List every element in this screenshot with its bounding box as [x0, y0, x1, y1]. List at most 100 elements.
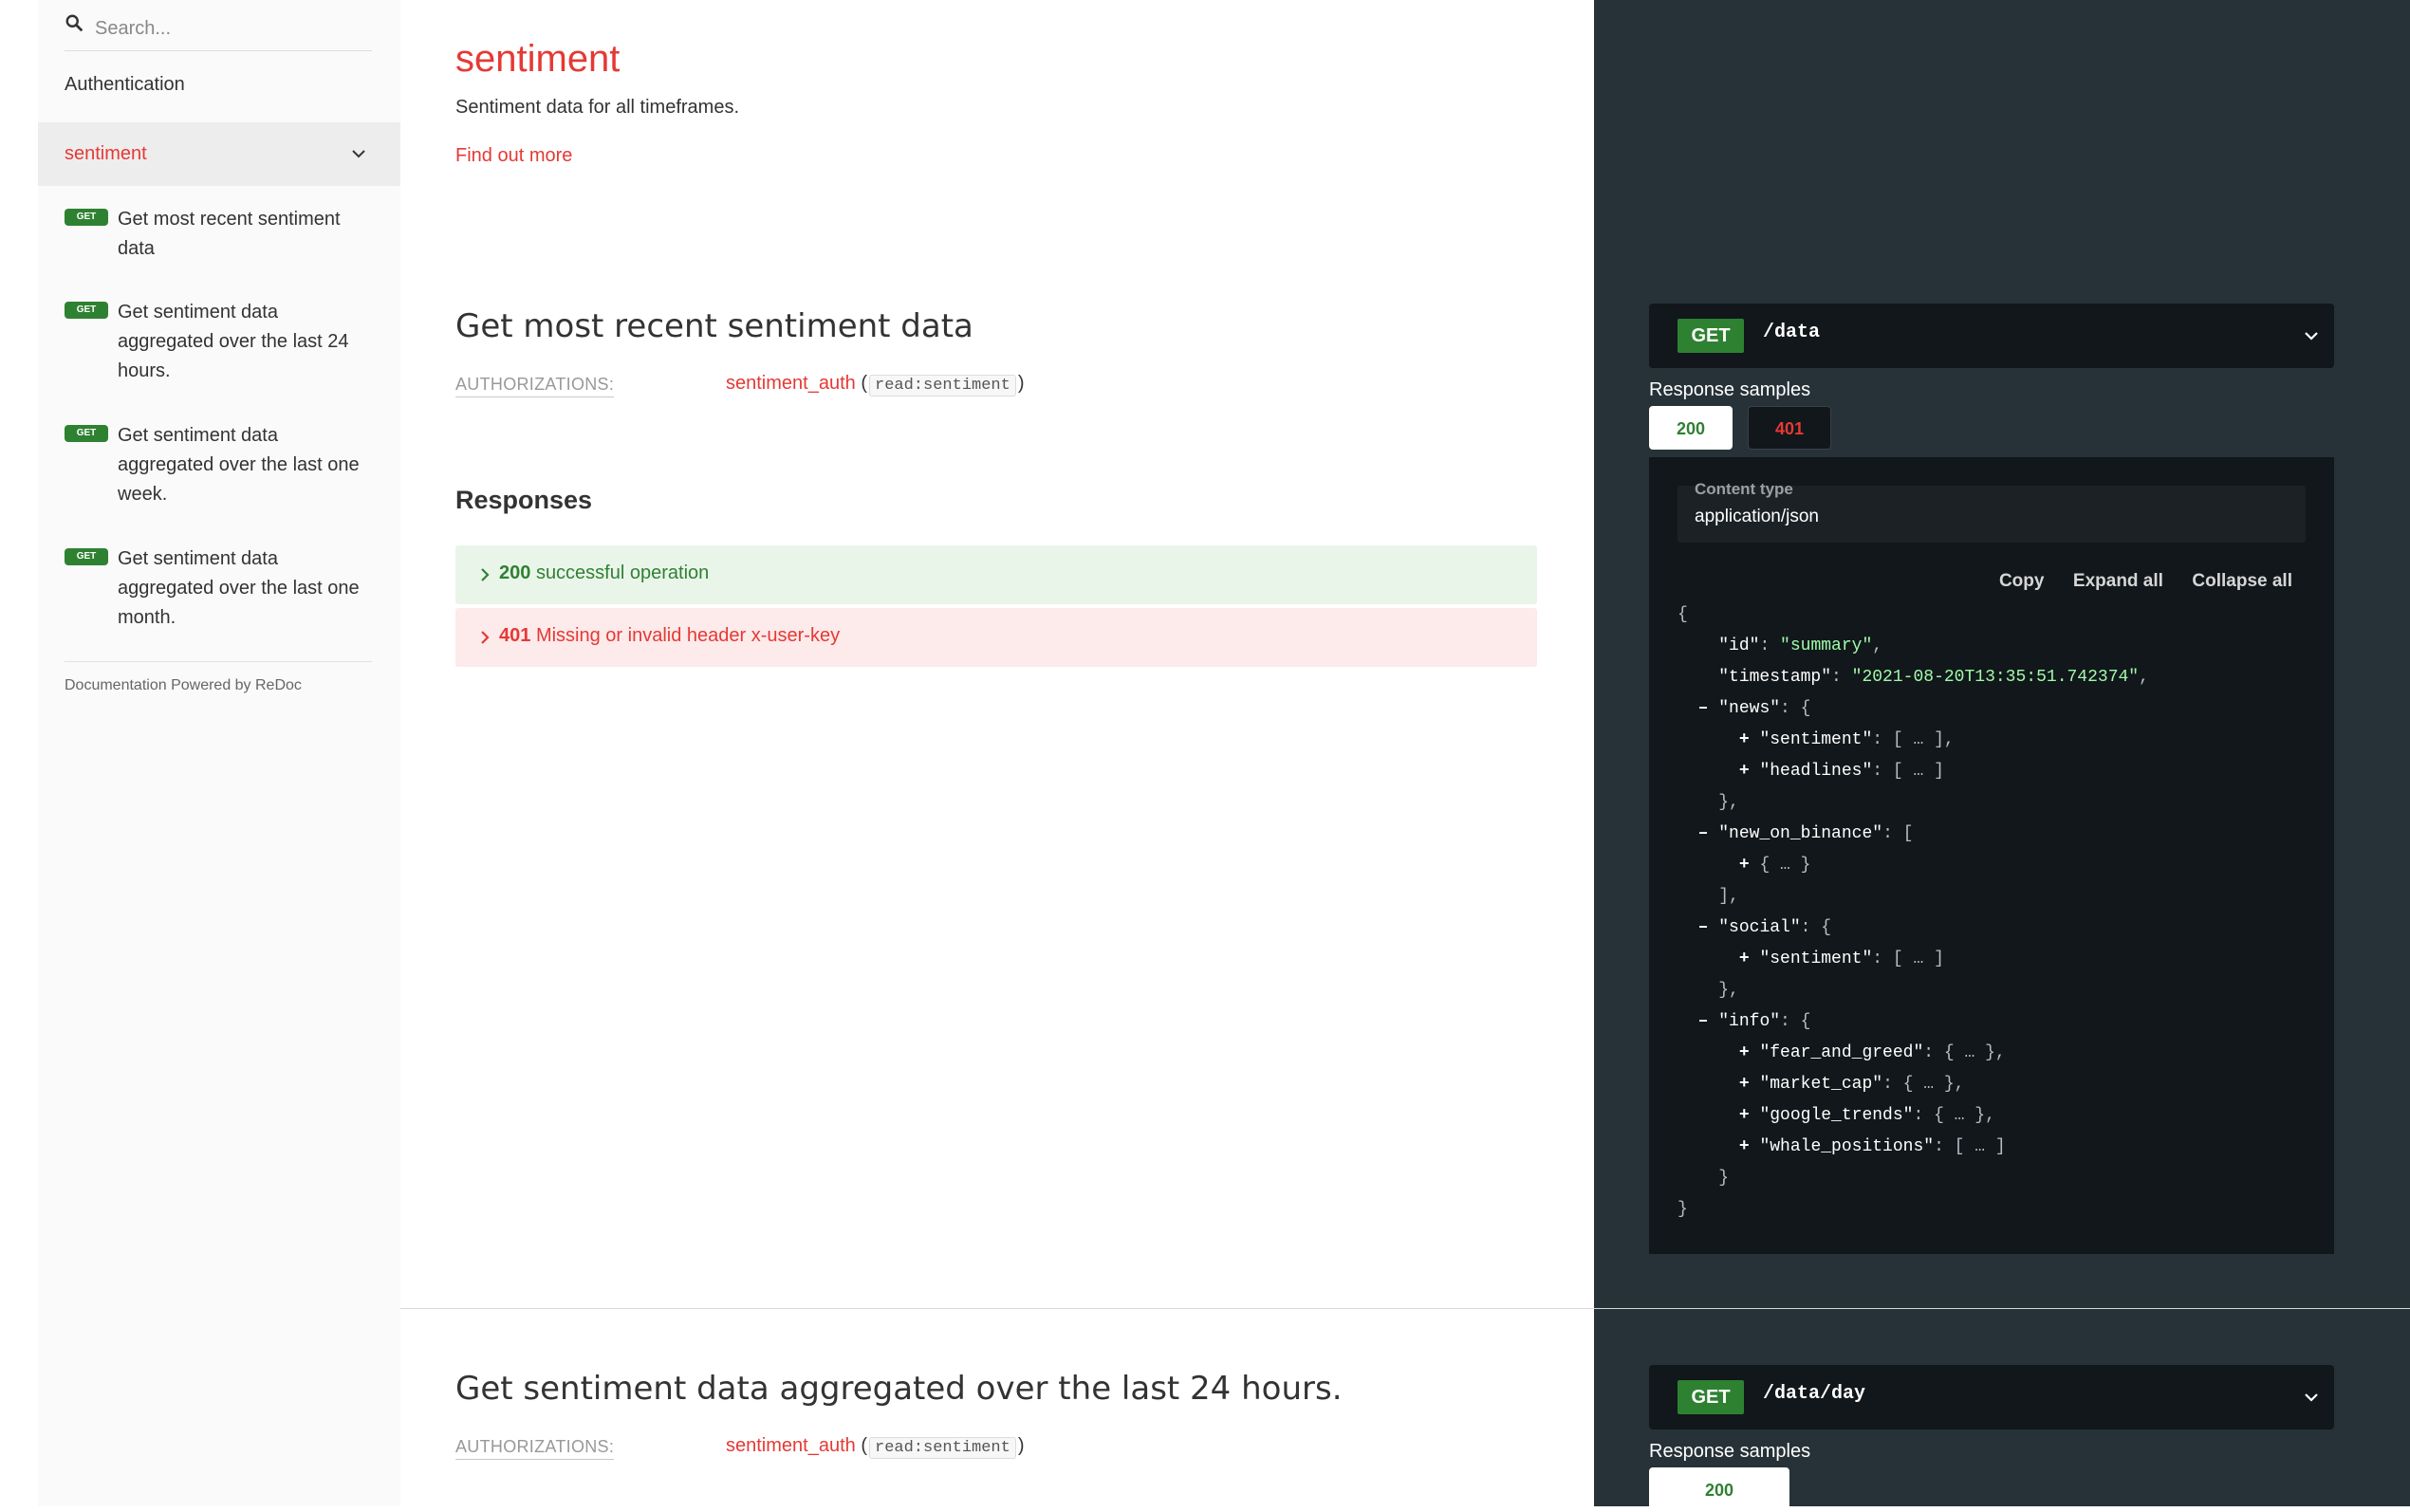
sample-tab-401[interactable]: 401: [1748, 406, 1831, 450]
chevron-right-icon: [481, 631, 490, 644]
tag-description: Sentiment data for all timeframes.: [455, 97, 740, 118]
get-method-badge: GET: [65, 302, 108, 319]
json-line: + "market_cap": { … },: [1738, 1075, 1965, 1094]
response-description: Missing or invalid header x-user-key: [535, 625, 841, 646]
authorizations-label: AUTHORIZATIONS:: [455, 375, 615, 397]
json-line: {: [1678, 605, 1688, 624]
response-200-row[interactable]: 200 successful operation: [455, 545, 1537, 604]
chevron-down-icon: [2305, 332, 2318, 341]
json-line: "id": "summary",: [1718, 636, 1883, 655]
sidebar: Authentication sentiment GET Get most re…: [38, 0, 400, 1506]
auth-scheme-link[interactable]: sentiment_auth: [726, 373, 856, 394]
json-line: – "news": {: [1697, 699, 1811, 718]
json-line: },: [1718, 793, 1739, 812]
sidebar-op-recent[interactable]: GET Get most recent sentiment data: [65, 205, 378, 267]
content-type-select[interactable]: Content type application/json: [1678, 480, 2306, 543]
expand-toggle[interactable]: +: [1739, 1075, 1750, 1094]
authorization-value: sentiment_auth (read:sentiment): [726, 1435, 1025, 1459]
get-method-badge: GET: [65, 425, 108, 442]
sample-tab-200[interactable]: 200: [1649, 406, 1733, 450]
copy-button[interactable]: Copy: [1999, 571, 2045, 592]
content-type-label: Content type: [1695, 480, 1793, 498]
sidebar-divider: [65, 661, 372, 662]
json-line: + "google_trends": { … },: [1738, 1106, 1995, 1125]
response-200-text: 200 successful operation: [499, 562, 709, 584]
paren-close: ): [1017, 373, 1025, 394]
endpoint-path: /data/day: [1763, 1383, 1866, 1405]
response-401-text: 401 Missing or invalid header x-user-key: [499, 625, 840, 647]
json-line: + "whale_positions": [ … ]: [1738, 1137, 2006, 1156]
paren-close: ): [1017, 1435, 1025, 1456]
collapse-toggle[interactable]: –: [1698, 918, 1709, 937]
sidebar-item-authentication[interactable]: Authentication: [65, 74, 185, 96]
right-code-panel: GET /data Response samples 200 401 Conte…: [1594, 0, 2410, 1511]
get-method-badge: GET: [1678, 319, 1744, 353]
response-401-row[interactable]: 401 Missing or invalid header x-user-key: [455, 608, 1537, 667]
get-method-badge: GET: [65, 209, 108, 226]
response-code: 200: [499, 562, 531, 583]
response-samples-label: Response samples: [1649, 379, 1811, 400]
sidebar-op-month[interactable]: GET Get sentiment data aggregated over t…: [65, 544, 378, 636]
sample-tab-200[interactable]: 200: [1649, 1467, 1789, 1511]
expand-toggle[interactable]: +: [1739, 950, 1750, 968]
sidebar-op-label: Get sentiment data aggregated over the l…: [118, 302, 349, 381]
operation-title: Get most recent sentiment data: [455, 307, 973, 345]
collapse-toggle[interactable]: –: [1698, 699, 1709, 718]
sidebar-op-day[interactable]: GET Get sentiment data aggregated over t…: [65, 298, 378, 389]
tag-title: sentiment: [455, 38, 621, 80]
expand-toggle[interactable]: +: [1739, 856, 1750, 875]
json-line: + "sentiment": [ … ],: [1738, 730, 1955, 749]
authorizations-label: AUTHORIZATIONS:: [455, 1437, 615, 1460]
chevron-down-icon: [2305, 1393, 2318, 1402]
authorization-value: sentiment_auth (read:sentiment): [726, 373, 1025, 396]
endpoint-toggle-data-day[interactable]: GET /data/day: [1649, 1365, 2334, 1429]
paren-open: (: [861, 1435, 867, 1456]
expand-toggle[interactable]: +: [1739, 1106, 1750, 1125]
response-code: 401: [499, 625, 531, 646]
paren-open: (: [861, 373, 867, 394]
search-box: [65, 0, 372, 51]
endpoint-toggle-data[interactable]: GET /data: [1649, 304, 2334, 368]
section-divider: [400, 1308, 2410, 1309]
response-samples-label: Response samples: [1649, 1441, 1811, 1462]
chevron-right-icon: [481, 568, 490, 581]
find-out-more-link[interactable]: Find out more: [455, 145, 572, 167]
expand-toggle[interactable]: +: [1739, 762, 1750, 781]
operation-title: Get sentiment data aggregated over the l…: [455, 1370, 1343, 1408]
code-actions: Copy Expand all Collapse all: [1974, 571, 2292, 592]
sidebar-tag-label: sentiment: [65, 143, 147, 164]
sidebar-item-sentiment[interactable]: sentiment: [38, 122, 400, 186]
responses-heading: Responses: [455, 486, 593, 514]
auth-scope: read:sentiment: [869, 375, 1016, 396]
auth-scope: read:sentiment: [869, 1437, 1016, 1459]
collapse-toggle[interactable]: –: [1698, 824, 1709, 843]
json-line: + "sentiment": [ … ]: [1738, 950, 1944, 968]
endpoint-path: /data: [1763, 322, 1821, 343]
json-line: "timestamp": "2021-08-20T13:35:51.742374…: [1718, 668, 2149, 687]
json-line: + "fear_and_greed": { … },: [1738, 1043, 2006, 1062]
collapse-all-button[interactable]: Collapse all: [2192, 571, 2292, 592]
json-line: },: [1718, 981, 1739, 1000]
json-line: – "new_on_binance": [: [1697, 824, 1914, 843]
content-type-value: application/json: [1695, 507, 1819, 526]
page-left-gutter: [0, 0, 38, 1506]
sidebar-op-label: Get most recent sentiment data: [118, 209, 341, 259]
expand-toggle[interactable]: +: [1739, 1043, 1750, 1062]
chevron-down-icon: [352, 150, 365, 158]
expand-toggle[interactable]: +: [1739, 730, 1750, 749]
json-sample: { "id": "summary", "timestamp": "2021-08…: [1678, 599, 2304, 1226]
search-input[interactable]: [93, 9, 372, 47]
auth-scheme-link[interactable]: sentiment_auth: [726, 1435, 856, 1456]
get-method-badge: GET: [65, 548, 108, 565]
json-line: ],: [1718, 887, 1739, 906]
json-line: }: [1678, 1200, 1688, 1219]
sidebar-op-label: Get sentiment data aggregated over the l…: [118, 548, 360, 628]
powered-by-redoc-link[interactable]: Documentation Powered by ReDoc: [65, 677, 302, 694]
sidebar-op-week[interactable]: GET Get sentiment data aggregated over t…: [65, 421, 378, 512]
get-method-badge: GET: [1678, 1380, 1744, 1414]
expand-toggle[interactable]: +: [1739, 1137, 1750, 1156]
expand-all-button[interactable]: Expand all: [2073, 571, 2163, 592]
json-line: – "social": {: [1697, 918, 1832, 937]
json-line: – "info": {: [1697, 1012, 1811, 1031]
collapse-toggle[interactable]: –: [1698, 1012, 1709, 1031]
